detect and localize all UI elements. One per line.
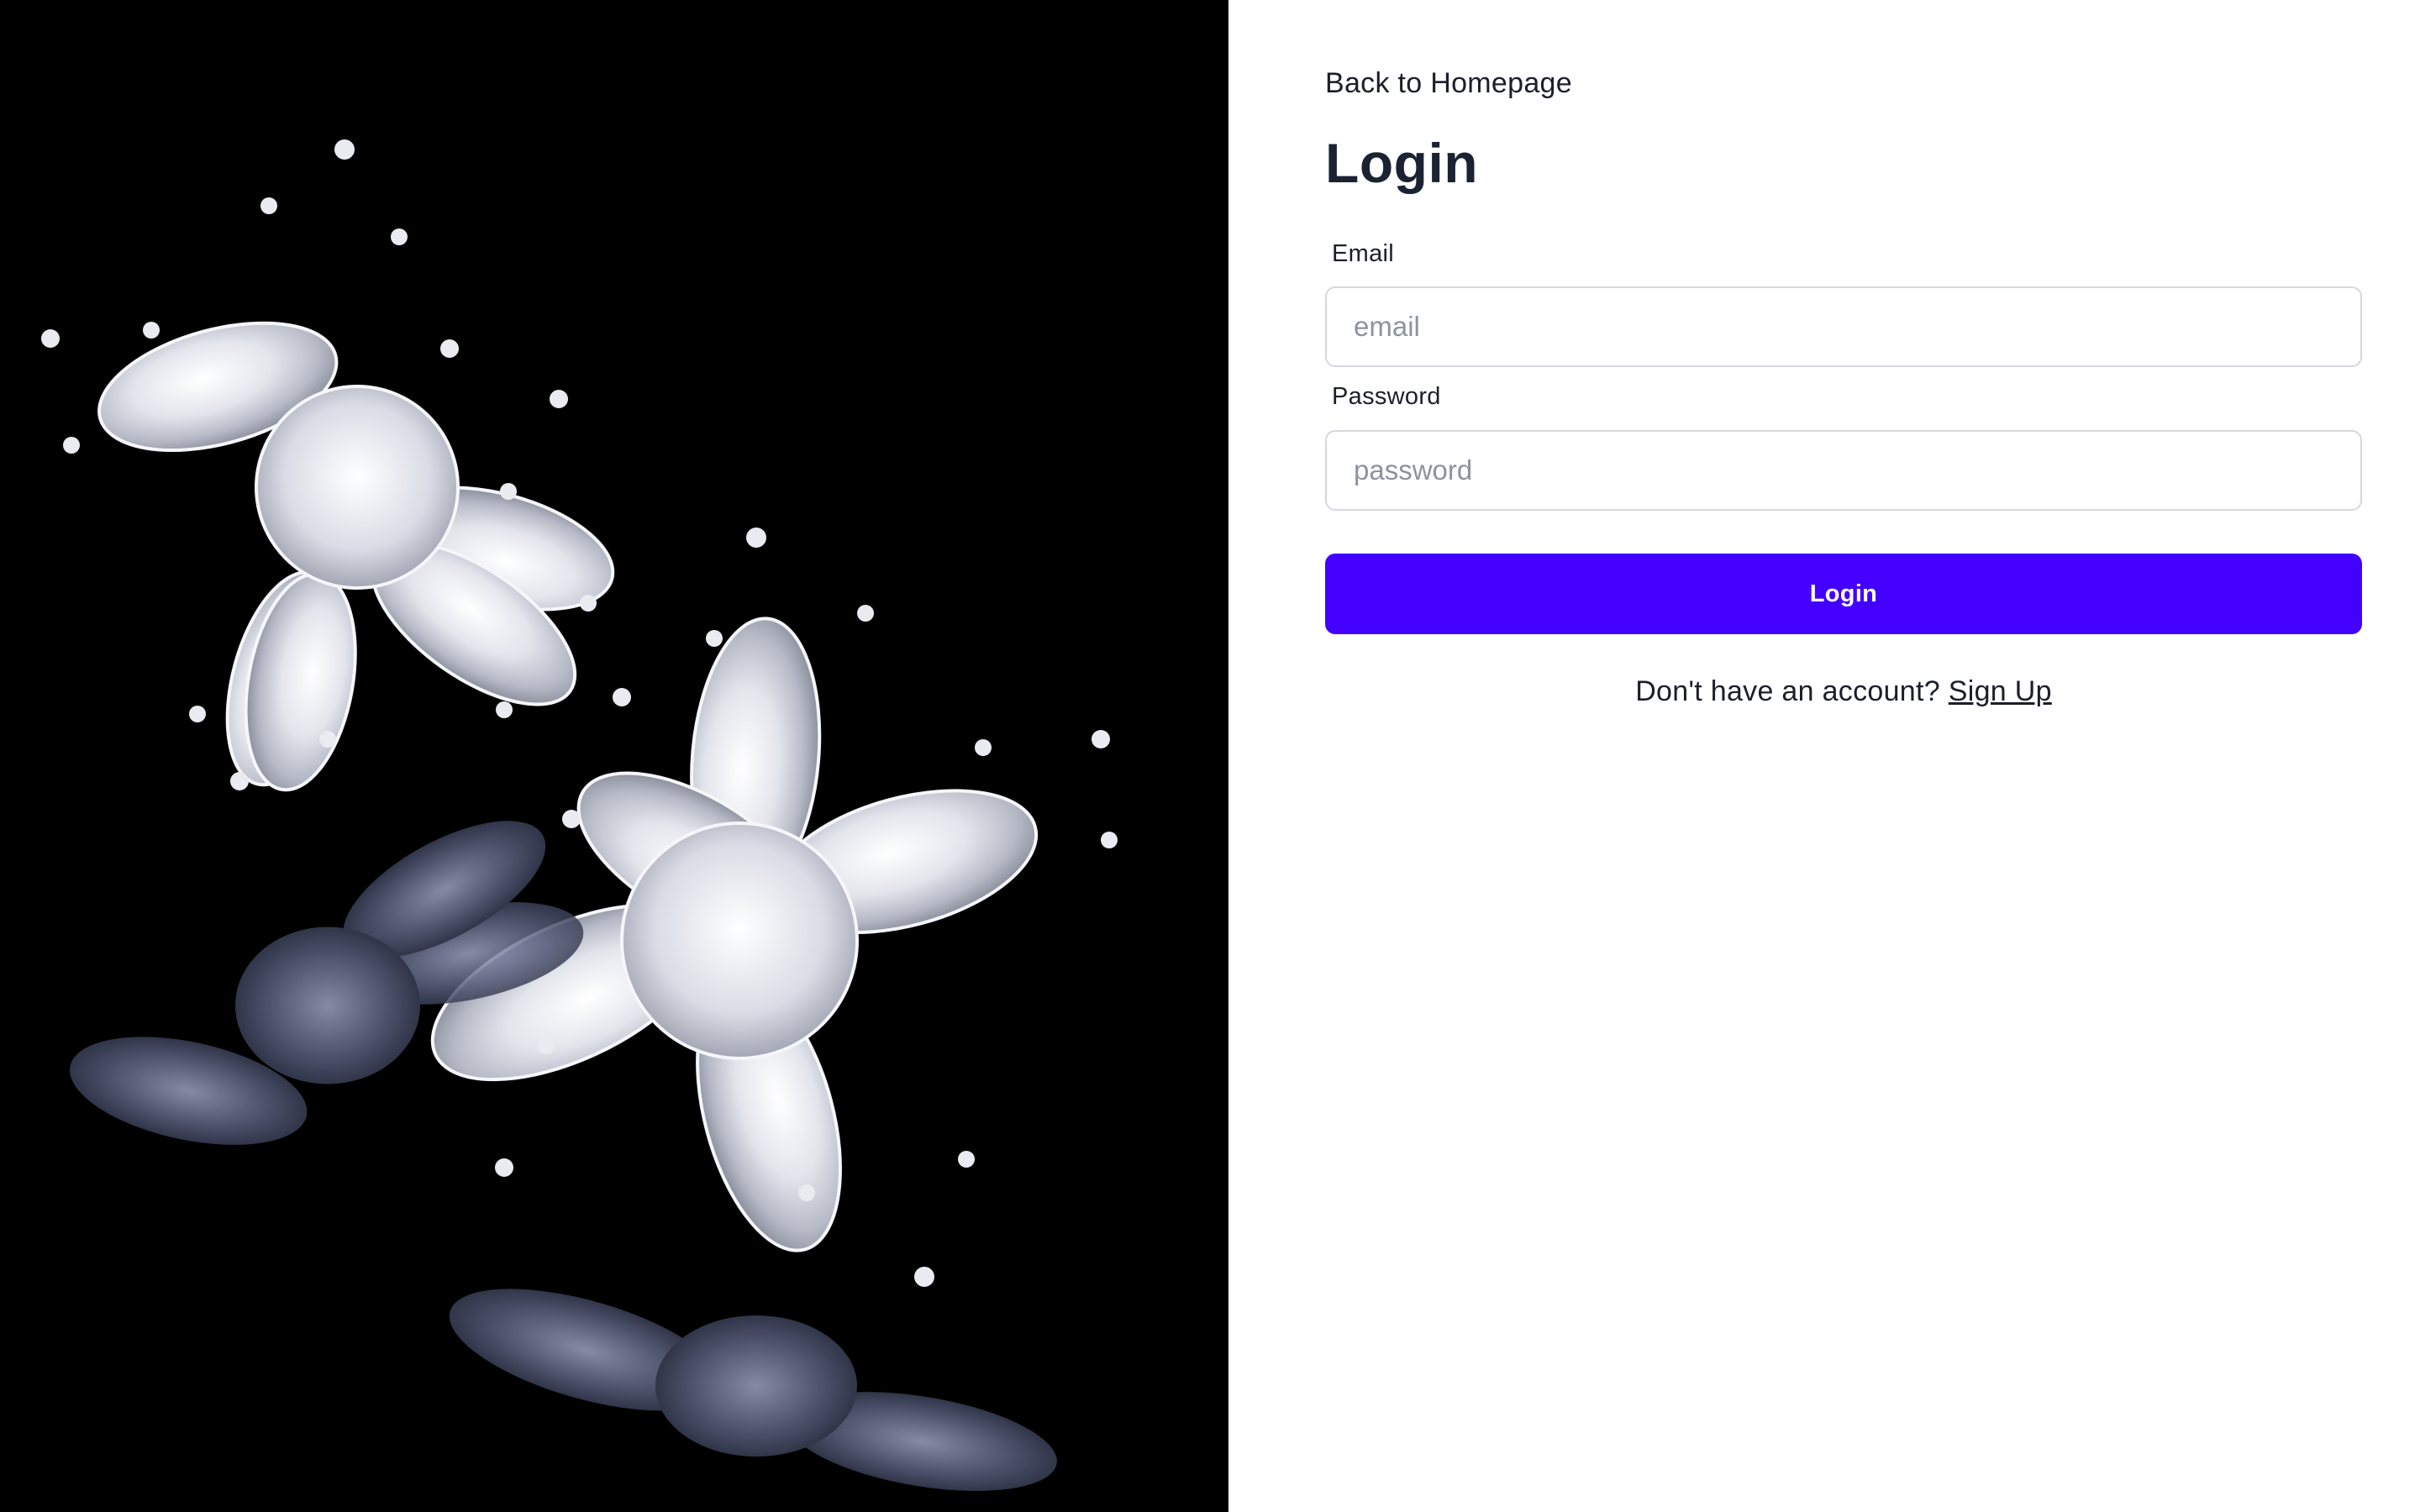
login-button[interactable]: Login: [1325, 554, 2362, 634]
sign-up-link[interactable]: Sign Up: [1949, 675, 2052, 707]
login-page: Back to Homepage Login Email Password Lo…: [0, 0, 2420, 1512]
password-field[interactable]: [1325, 430, 2362, 511]
email-label: Email: [1332, 240, 1395, 267]
signup-prompt-row: Don't have an account? Sign Up: [1325, 675, 2362, 708]
signup-prompt-text: Don't have an account?: [1635, 675, 1940, 707]
earring-upper: [41, 139, 631, 792]
back-to-homepage-link[interactable]: Back to Homepage: [1325, 67, 1572, 100]
hero-image-panel: [0, 0, 1228, 1512]
password-label: Password: [1332, 383, 1441, 410]
login-panel: Back to Homepage Login Email Password Lo…: [1228, 0, 2420, 1512]
page-title: Login: [1325, 132, 1479, 194]
email-field[interactable]: [1325, 286, 2362, 367]
diamond-earrings-image: [41, 139, 1118, 1491]
